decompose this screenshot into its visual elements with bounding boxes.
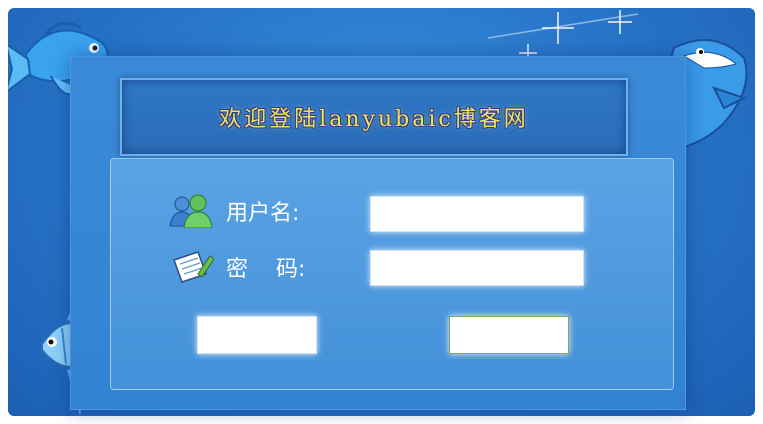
password-row: 密 码: [172,250,305,284]
title-banner: 欢迎登陆lanyubaic博客网 [120,78,628,156]
users-icon [169,194,213,228]
login-button[interactable] [197,316,317,354]
page-title: 欢迎登陆lanyubaic博客网 [219,107,529,132]
edit-note-icon [173,251,214,283]
password-label: 密 码: [226,257,306,282]
username-input[interactable] [370,196,584,232]
username-label: 用户名: [226,201,300,226]
username-row: 用户名: [168,194,299,228]
reset-button[interactable] [449,316,569,354]
password-input[interactable] [370,250,584,286]
